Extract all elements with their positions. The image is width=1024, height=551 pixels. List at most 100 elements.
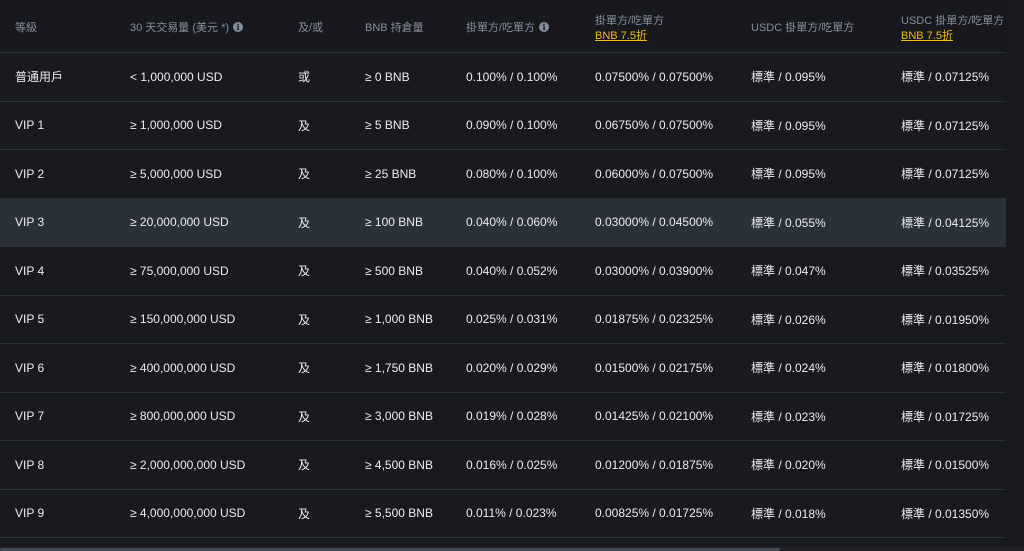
header-maker-taker-bnb: 掛單方/吃單方 BNB 7.5折 xyxy=(595,15,665,43)
cell-usdc: 標準 / 0.023% xyxy=(751,409,826,424)
cell-maker-taker: 0.080% / 0.100% xyxy=(466,166,558,181)
cell-maker-taker-bnb: 0.01500% / 0.02175% xyxy=(595,360,714,375)
table-row[interactable]: VIP 7 ≥ 800,000,000 USD 及 ≥ 3,000 BNB 0.019%… xyxy=(0,393,1006,441)
table-row[interactable]: VIP 4 ≥ 75,000,000 USD 及 ≥ 500 BNB 0.040% / … xyxy=(0,247,1006,296)
cell-usdc: 標準 / 0.055% xyxy=(751,215,826,230)
cell-usdc: 標準 / 0.026% xyxy=(751,312,826,327)
cell-maker-taker: 0.020% / 0.029% xyxy=(466,360,558,375)
cell-usdc: 標準 / 0.095% xyxy=(751,70,826,85)
fee-table: 等級 30 天交易量 (美元 *) i 及/或 BNB 持倉量 掛單方/吃單方 … xyxy=(0,0,1006,538)
cell-usdc-bnb: 標準 / 0.07125% xyxy=(901,167,990,182)
cell-usdc: 標準 / 0.095% xyxy=(751,118,826,133)
cell-maker-taker-bnb: 0.06000% / 0.07500% xyxy=(595,166,714,181)
cell-andor: 及 xyxy=(298,409,311,424)
cell-usdc: 標準 / 0.095% xyxy=(751,167,826,182)
cell-usdc-bnb: 標準 / 0.01725% xyxy=(901,409,990,424)
cell-bnb-holding: ≥ 100 BNB xyxy=(365,215,423,230)
cell-maker-taker: 0.025% / 0.031% xyxy=(466,312,558,327)
cell-tier: VIP 7 xyxy=(15,409,45,424)
cell-usdc-bnb: 標準 / 0.01350% xyxy=(901,506,990,521)
header-tier: 等級 xyxy=(15,22,37,34)
cell-usdc-bnb: 標準 / 0.01800% xyxy=(901,361,990,376)
table-row[interactable]: 普通用戶 < 1,000,000 USD 或 ≥ 0 BNB 0.100% / 0.10… xyxy=(0,53,1006,102)
cell-andor: 及 xyxy=(298,167,311,182)
cell-andor: 或 xyxy=(298,70,311,85)
cell-tier: VIP 8 xyxy=(15,457,45,472)
bnb-discount-link[interactable]: BNB 7.5折 xyxy=(595,29,647,43)
cell-usdc-bnb: 標準 / 0.04125% xyxy=(901,215,990,230)
cell-volume: ≥ 75,000,000 USD xyxy=(130,263,229,278)
header-andor: 及/或 xyxy=(298,22,324,34)
table-row[interactable]: VIP 3 ≥ 20,000,000 USD 及 ≥ 100 BNB 0.040% / … xyxy=(0,198,1006,247)
cell-maker-taker-bnb: 0.01200% / 0.01875% xyxy=(595,457,714,472)
cell-bnb-holding: ≥ 1,000 BNB xyxy=(365,312,433,327)
cell-maker-taker-bnb: 0.03000% / 0.04500% xyxy=(595,215,714,230)
header-volume: 30 天交易量 (美元 *) i xyxy=(130,0,244,52)
cell-maker-taker-bnb: 0.06750% / 0.07500% xyxy=(595,118,714,133)
cell-maker-taker: 0.019% / 0.028% xyxy=(466,409,558,424)
table-row[interactable]: VIP 8 ≥ 2,000,000,000 USD 及 ≥ 4,500 BNB 0.01… xyxy=(0,441,1006,490)
cell-tier: VIP 5 xyxy=(15,312,45,327)
table-header: 等級 30 天交易量 (美元 *) i 及/或 BNB 持倉量 掛單方/吃單方 … xyxy=(0,0,1006,53)
cell-bnb-holding: ≥ 5,500 BNB xyxy=(365,506,433,521)
cell-usdc-bnb: 標準 / 0.01950% xyxy=(901,312,990,327)
cell-maker-taker: 0.040% / 0.052% xyxy=(466,263,558,278)
cell-usdc: 標準 / 0.018% xyxy=(751,506,826,521)
cell-volume: ≥ 5,000,000 USD xyxy=(130,166,222,181)
cell-usdc: 標準 / 0.024% xyxy=(751,361,826,376)
cell-tier: VIP 9 xyxy=(15,506,45,521)
cell-andor: 及 xyxy=(298,264,311,279)
cell-volume: ≥ 800,000,000 USD xyxy=(130,409,236,424)
horizontal-scrollbar[interactable] xyxy=(0,546,1024,551)
cell-usdc: 標準 / 0.020% xyxy=(751,458,826,473)
usdc-bnb-discount-link[interactable]: BNB 7.5折 xyxy=(901,29,953,43)
header-usdc-bnb: USDC 掛單方/吃單方 BNB 7.5折 xyxy=(901,15,1005,43)
cell-tier: VIP 4 xyxy=(15,263,45,278)
cell-tier: VIP 1 xyxy=(15,118,45,133)
table-body: 普通用戶 < 1,000,000 USD 或 ≥ 0 BNB 0.100% / 0.10… xyxy=(0,53,1006,538)
cell-maker-taker-bnb: 0.00825% / 0.01725% xyxy=(595,506,714,521)
cell-bnb-holding: ≥ 5 BNB xyxy=(365,118,410,133)
cell-andor: 及 xyxy=(298,215,311,230)
table-row[interactable]: VIP 6 ≥ 400,000,000 USD 及 ≥ 1,750 BNB 0.020%… xyxy=(0,344,1006,393)
cell-maker-taker: 0.040% / 0.060% xyxy=(466,215,558,230)
cell-tier: VIP 2 xyxy=(15,166,45,181)
table-row[interactable]: VIP 5 ≥ 150,000,000 USD 及 ≥ 1,000 BNB 0.025%… xyxy=(0,296,1006,344)
cell-andor: 及 xyxy=(298,506,311,521)
cell-volume: ≥ 1,000,000 USD xyxy=(130,118,222,133)
cell-andor: 及 xyxy=(298,458,311,473)
cell-bnb-holding: ≥ 3,000 BNB xyxy=(365,409,433,424)
cell-volume: ≥ 400,000,000 USD xyxy=(130,360,236,375)
cell-maker-taker: 0.016% / 0.025% xyxy=(466,457,558,472)
cell-maker-taker-bnb: 0.03000% / 0.03900% xyxy=(595,263,714,278)
cell-bnb-holding: ≥ 500 BNB xyxy=(365,263,423,278)
cell-usdc-bnb: 標準 / 0.03525% xyxy=(901,264,990,279)
cell-tier: 普通用戶 xyxy=(15,70,64,85)
header-usdc: USDC 掛單方/吃單方 xyxy=(751,22,855,34)
cell-maker-taker-bnb: 0.01425% / 0.02100% xyxy=(595,409,714,424)
table-row[interactable]: VIP 1 ≥ 1,000,000 USD 及 ≥ 5 BNB 0.090% / 0.1… xyxy=(0,102,1006,150)
cell-tier: VIP 3 xyxy=(15,215,45,230)
table-row[interactable]: VIP 9 ≥ 4,000,000,000 USD 及 ≥ 5,500 BNB 0.01… xyxy=(0,490,1006,538)
header-bnb-holding: BNB 持倉量 xyxy=(365,22,424,34)
cell-bnb-holding: ≥ 25 BNB xyxy=(365,166,417,181)
cell-maker-taker: 0.100% / 0.100% xyxy=(466,69,558,84)
cell-bnb-holding: ≥ 4,500 BNB xyxy=(365,457,433,472)
cell-bnb-holding: ≥ 1,750 BNB xyxy=(365,360,433,375)
info-icon[interactable]: i xyxy=(539,22,550,32)
cell-bnb-holding: ≥ 0 BNB xyxy=(365,69,410,84)
cell-volume: < 1,000,000 USD xyxy=(130,69,223,84)
cell-andor: 及 xyxy=(298,118,311,133)
info-icon[interactable]: i xyxy=(233,22,244,32)
cell-usdc: 標準 / 0.047% xyxy=(751,264,826,279)
cell-maker-taker: 0.011% / 0.023% xyxy=(466,506,557,521)
cell-volume: ≥ 2,000,000,000 USD xyxy=(130,457,246,472)
cell-volume: ≥ 20,000,000 USD xyxy=(130,215,229,230)
cell-usdc-bnb: 標準 / 0.07125% xyxy=(901,118,990,133)
cell-volume: ≥ 4,000,000,000 USD xyxy=(130,506,246,521)
cell-usdc-bnb: 標準 / 0.01500% xyxy=(901,458,990,473)
cell-maker-taker-bnb: 0.07500% / 0.07500% xyxy=(595,69,714,84)
cell-maker-taker-bnb: 0.01875% / 0.02325% xyxy=(595,312,714,327)
table-row[interactable]: VIP 2 ≥ 5,000,000 USD 及 ≥ 25 BNB 0.080% / 0.… xyxy=(0,150,1006,199)
cell-usdc-bnb: 標準 / 0.07125% xyxy=(901,70,990,85)
